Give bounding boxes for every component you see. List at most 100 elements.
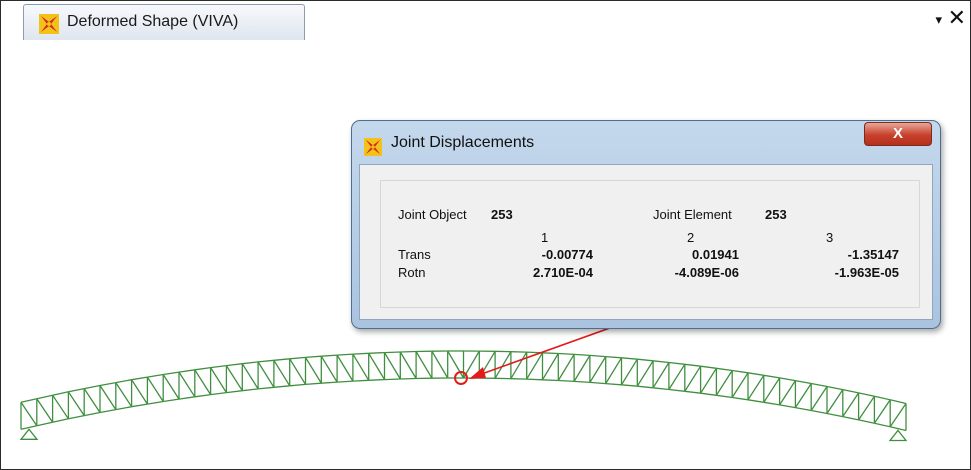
truss-member <box>874 422 891 428</box>
truss-member <box>605 355 622 359</box>
truss-member <box>68 387 85 393</box>
deformed-truss-arch <box>19 350 908 442</box>
joint-displacements-dialog: Joint Displacements X Joint Object 253 J… <box>351 120 941 329</box>
truss-member <box>542 352 559 355</box>
truss-member <box>305 355 322 359</box>
truss-member <box>684 390 701 394</box>
truss-member <box>241 363 259 390</box>
close-icon[interactable]: ✕ <box>948 6 966 30</box>
row-label-rotn: Rotn <box>398 265 426 280</box>
truss-member <box>637 358 654 362</box>
truss-member <box>605 357 623 384</box>
truss-member <box>874 395 891 401</box>
truss-member <box>115 406 132 411</box>
truss-member <box>510 351 528 380</box>
truss-member <box>400 377 417 380</box>
dropdown-arrow-icon[interactable]: ▾ <box>935 12 942 28</box>
truss-member <box>52 391 69 396</box>
truss-member <box>399 351 417 379</box>
truss-member <box>304 357 322 384</box>
truss-member <box>763 401 780 406</box>
truss-member <box>526 378 543 381</box>
truss-member <box>36 398 54 423</box>
column-header-3: 3 <box>826 230 834 245</box>
truss-member <box>826 389 844 414</box>
truss-member <box>858 419 875 424</box>
truss-member <box>557 354 575 381</box>
truss-member <box>700 392 717 396</box>
tab-deformed-shape[interactable]: Deformed Shape (VIVA) <box>23 4 305 40</box>
truss-member <box>415 351 433 379</box>
truss-member <box>558 379 575 383</box>
truss-member <box>652 362 670 389</box>
truss-member <box>321 354 338 357</box>
truss-member <box>68 414 85 420</box>
truss-member <box>162 374 180 400</box>
truss-member <box>431 350 449 379</box>
truss-member <box>747 374 765 401</box>
truss-member <box>541 353 559 381</box>
trans-value-2: 0.01941 <box>692 247 739 262</box>
truss-member <box>52 394 69 420</box>
truss-member <box>558 352 575 356</box>
truss-member <box>842 415 859 421</box>
truss-member <box>257 361 275 388</box>
truss-member <box>384 378 401 381</box>
column-header-1: 1 <box>541 230 549 245</box>
column-header-2: 2 <box>687 230 695 245</box>
truss-member <box>732 369 749 374</box>
truss-member <box>320 355 338 383</box>
sap-logo-icon <box>39 14 59 34</box>
truss-member <box>574 353 590 357</box>
truss-member <box>889 403 907 428</box>
truss-member <box>605 382 622 386</box>
truss-member <box>715 370 733 396</box>
truss-member <box>383 352 401 380</box>
truss-member <box>684 363 701 367</box>
truss-member <box>653 387 669 391</box>
joint-element-value: 253 <box>765 207 787 222</box>
trans-value-3: -1.35147 <box>847 247 899 262</box>
truss-member <box>36 394 53 400</box>
truss-member <box>336 354 354 382</box>
truss-member <box>352 353 370 381</box>
truss-member <box>858 395 875 421</box>
truss-member <box>210 391 227 396</box>
truss-member <box>115 382 133 408</box>
dialog-close-button[interactable]: X <box>864 122 932 146</box>
truss-member <box>20 398 37 403</box>
truss-member <box>67 391 85 416</box>
truss-member <box>273 385 290 388</box>
truss-member <box>194 393 211 398</box>
truss-member <box>842 388 859 394</box>
truss-member <box>289 358 307 385</box>
truss-member <box>400 350 417 353</box>
truss-member <box>258 386 274 390</box>
truss-member <box>779 404 796 409</box>
joint-object-value: 253 <box>491 207 513 222</box>
truss-member <box>273 359 291 387</box>
truss-member <box>242 361 259 365</box>
truss-member <box>890 399 907 405</box>
truss-member <box>321 381 338 384</box>
truss-member <box>810 386 828 411</box>
truss-member <box>273 358 290 361</box>
truss-member <box>52 418 69 423</box>
truss-member <box>826 385 843 391</box>
truss-member <box>637 385 654 389</box>
truss-member <box>146 376 164 402</box>
truss-member <box>684 365 702 392</box>
tab-strip: Deformed Shape (VIVA) ▾ ✕ <box>7 2 970 42</box>
truss-member <box>873 399 891 424</box>
truss-member <box>131 403 148 408</box>
truss-member <box>620 358 638 386</box>
truss-member <box>589 356 607 383</box>
rotn-value-1: 2.710E-04 <box>533 265 593 280</box>
truss-member <box>621 357 638 360</box>
truss-member <box>163 371 180 376</box>
truss-member <box>226 363 243 367</box>
truss-member <box>668 363 686 390</box>
truss-member <box>700 365 717 369</box>
joint-object-label: Joint Object <box>398 207 467 222</box>
truss-member <box>115 379 132 384</box>
